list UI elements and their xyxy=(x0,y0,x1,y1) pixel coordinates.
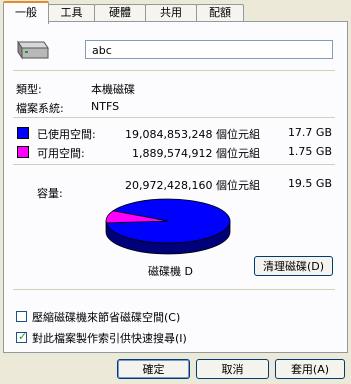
ok-button[interactable]: 確定 xyxy=(117,359,190,379)
drive-name-input[interactable]: abc xyxy=(85,40,333,59)
compress-label[interactable]: 壓縮磁碟機來節省磁碟空間(C) xyxy=(32,309,180,325)
tab-tools[interactable]: 工具 xyxy=(48,4,95,21)
free-space-bytes: 1,889,574,912 個位元組 xyxy=(132,147,260,160)
cancel-button[interactable]: 取消 xyxy=(196,359,269,379)
used-space-bytes: 19,084,853,248 個位元組 xyxy=(125,128,260,141)
free-space-label: 可用空間: xyxy=(37,147,85,160)
index-checkbox[interactable]: ✓ xyxy=(16,330,28,343)
disk-label: 磁碟機 D xyxy=(148,265,193,278)
capacity-gb: 19.5 GB xyxy=(287,177,332,190)
divider xyxy=(13,164,335,165)
index-label[interactable]: 對此檔案製作索引供快速搜尋(I) xyxy=(32,330,187,346)
free-space-gb: 1.75 GB xyxy=(287,145,332,158)
divider xyxy=(13,70,335,71)
type-value: 本機磁碟 xyxy=(91,83,135,96)
divider xyxy=(13,289,335,290)
hard-drive-icon xyxy=(17,40,49,60)
apply-button[interactable]: 套用(A) xyxy=(275,359,345,379)
capacity-label: 容量: xyxy=(37,187,63,200)
type-label: 類型: xyxy=(16,83,42,96)
divider xyxy=(13,117,335,118)
used-space-swatch xyxy=(17,127,29,139)
used-space-label: 已使用空間: xyxy=(37,128,96,141)
tab-sharing[interactable]: 共用 xyxy=(145,4,197,21)
disk-usage-pie xyxy=(105,198,231,255)
filesystem-value: NTFS xyxy=(91,100,120,113)
cleanup-button[interactable]: 清理磁碟(D) xyxy=(254,256,333,276)
tab-quota[interactable]: 配額 xyxy=(196,4,244,21)
filesystem-label: 檔案系統: xyxy=(16,102,64,115)
compress-checkbox[interactable] xyxy=(16,311,27,322)
used-space-gb: 17.7 GB xyxy=(287,126,332,139)
check-mark-icon: ✓ xyxy=(18,330,28,343)
tab-general[interactable]: 一般 xyxy=(3,1,49,24)
free-space-swatch xyxy=(17,146,29,158)
tab-hardware[interactable]: 硬體 xyxy=(94,4,146,21)
